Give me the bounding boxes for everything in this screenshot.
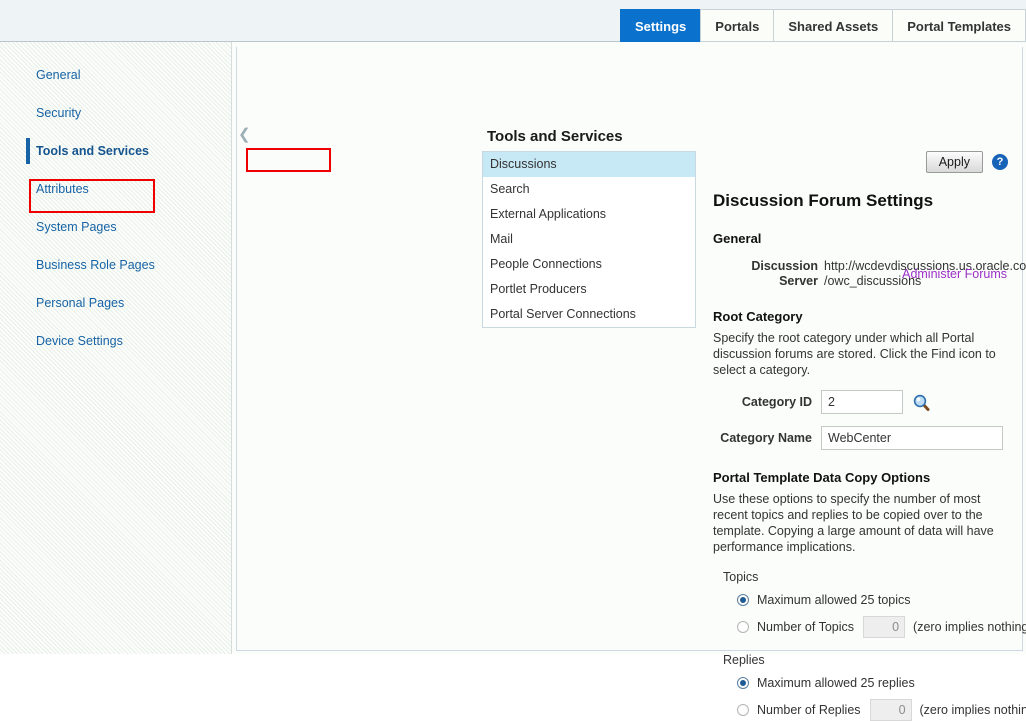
tab-settings[interactable]: Settings [620,9,700,42]
replies-number-label: Number of Replies [757,703,861,717]
topics-number-hint: (zero implies nothing to copy) [913,620,1026,634]
replies-max-option-row[interactable]: Maximum allowed 25 replies [737,676,1012,690]
content-area: ❮ Tools and Services Discussions Search … [233,42,1026,654]
sidebar-item-personal-pages[interactable]: Personal Pages [0,284,231,322]
replies-group-label: Replies [723,653,1012,667]
replies-max-radio[interactable] [737,677,749,689]
topics-max-radio[interactable] [737,594,749,606]
collapse-panel-chevron-icon[interactable]: ❮ [238,127,251,142]
topics-number-input[interactable] [863,616,905,638]
sidebar-item-general[interactable]: General [0,56,231,94]
topics-group-label: Topics [723,570,1012,584]
list-item-mail[interactable]: Mail [483,227,695,252]
list-item-discussions[interactable]: Discussions [483,152,695,177]
copy-options-heading: Portal Template Data Copy Options [713,470,1012,485]
sidebar-item-label: Personal Pages [36,284,124,322]
replies-number-option-row[interactable]: Number of Replies (zero implies nothing … [737,699,1012,721]
discussion-settings-form: Apply ? Discussion Forum Settings Genera… [713,147,1012,721]
sidebar-item-label: General [36,56,80,94]
sidebar-item-system-pages[interactable]: System Pages [0,208,231,246]
general-heading: General [713,231,1012,246]
category-id-input[interactable] [821,390,903,414]
list-item-portal-server-connections[interactable]: Portal Server Connections [483,302,695,327]
replies-max-label: Maximum allowed 25 replies [757,676,915,690]
sidebar-item-device-settings[interactable]: Device Settings [0,322,231,360]
tab-portal-templates[interactable]: Portal Templates [892,9,1026,42]
tab-shared-assets[interactable]: Shared Assets [773,9,892,42]
list-item-search[interactable]: Search [483,177,695,202]
list-item-people-connections[interactable]: People Connections [483,252,695,277]
topics-number-option-row[interactable]: Number of Topics (zero implies nothing t… [737,616,1012,638]
replies-number-radio[interactable] [737,704,749,716]
tab-portals[interactable]: Portals [700,9,773,42]
help-icon[interactable]: ? [992,154,1008,170]
discussion-server-row: Discussion Server http://wcdevdiscussion… [713,259,1012,289]
sidebar-item-business-role-pages[interactable]: Business Role Pages [0,246,231,284]
replies-number-hint: (zero implies nothing to copy) [920,703,1026,717]
root-category-description: Specify the root category under which al… [713,330,1012,378]
tools-and-services-list: Discussions Search External Applications… [482,151,696,328]
page-body: General Security Tools and Services Attr… [0,42,1026,654]
category-name-row: Category Name [713,426,1012,450]
tab-list: Settings Portals Shared Assets Portal Te… [620,9,1026,42]
topics-number-radio[interactable] [737,621,749,633]
sidebar-item-label: System Pages [36,208,117,246]
apply-button[interactable]: Apply [926,151,983,173]
sidebar-item-label: Business Role Pages [36,246,155,284]
sidebar-item-label: Security [36,94,81,132]
sidebar-item-tools-and-services[interactable]: Tools and Services [0,132,231,170]
sidebar-item-security[interactable]: Security [0,94,231,132]
replies-number-input[interactable] [870,699,912,721]
search-icon[interactable] [913,394,930,411]
content-panel: ❮ Tools and Services Discussions Search … [236,47,1023,651]
page-title: Discussion Forum Settings [713,191,1012,211]
topics-max-option-row[interactable]: Maximum allowed 25 topics [737,593,1012,607]
top-tab-bar: Settings Portals Shared Assets Portal Te… [0,0,1026,42]
category-name-label: Category Name [713,431,821,445]
sidebar-item-label: Attributes [36,170,89,208]
discussion-server-label: Discussion Server [738,259,818,289]
topics-number-label: Number of Topics [757,620,854,634]
list-item-external-applications[interactable]: External Applications [483,202,695,227]
sidebar-item-attributes[interactable]: Attributes [0,170,231,208]
copy-options-description: Use these options to specify the number … [713,491,1012,555]
topics-max-label: Maximum allowed 25 topics [757,593,911,607]
sidebar-item-label: Tools and Services [36,132,149,170]
administer-forums-link[interactable]: Administer Forums [902,267,1007,281]
settings-sidebar: General Security Tools and Services Attr… [0,42,232,654]
root-category-heading: Root Category [713,309,1012,324]
sidebar-item-label: Device Settings [36,322,123,360]
category-id-row: Category ID [713,390,1012,414]
form-toolbar: Apply ? [926,151,1008,173]
list-item-portlet-producers[interactable]: Portlet Producers [483,277,695,302]
category-name-input[interactable] [821,426,1003,450]
page-section-title: Tools and Services [487,128,623,145]
category-id-label: Category ID [713,395,821,409]
